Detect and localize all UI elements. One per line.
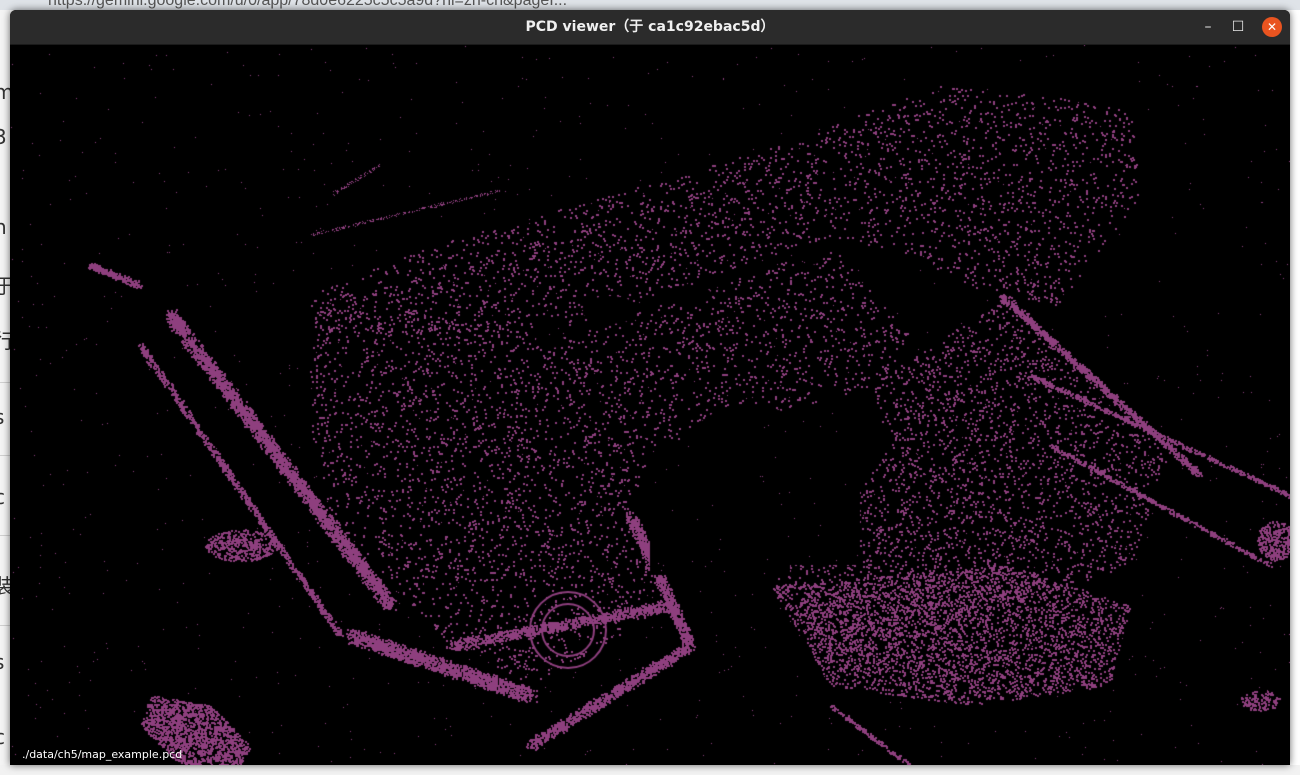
background-text-fragment: 装 — [0, 570, 10, 599]
background-text-fragment: 于 — [0, 270, 10, 299]
background-text-fragment: c — [0, 485, 5, 509]
background-text-fragment: 3 — [0, 125, 7, 149]
point-cloud-viewport[interactable]: ./data/ch5/map_example.pcd — [10, 45, 1290, 765]
window-title: PCD viewer（于 ca1c92ebac5d） — [525, 19, 775, 35]
background-text-fragment: 行 — [0, 325, 10, 354]
background-divider — [0, 382, 10, 383]
file-path-label: ./data/ch5/map_example.pcd — [22, 748, 183, 761]
background-page-strip: m 3 n 于 行 s c 装 s c — [0, 10, 10, 775]
background-page-strip-right — [1290, 10, 1300, 775]
minimize-button[interactable]: – — [1198, 17, 1218, 37]
background-divider — [0, 625, 10, 626]
background-text-fragment: s — [0, 650, 4, 674]
background-divider — [0, 455, 10, 456]
point-cloud-canvas[interactable] — [10, 45, 1290, 765]
pcd-viewer-window[interactable]: PCD viewer（于 ca1c92ebac5d） – ☐ ✕ ./data/… — [10, 10, 1290, 765]
background-page-strip-bottom — [0, 765, 1300, 775]
maximize-button[interactable]: ☐ — [1228, 17, 1248, 37]
minimize-icon: – — [1204, 19, 1212, 35]
window-titlebar[interactable]: PCD viewer（于 ca1c92ebac5d） – ☐ ✕ — [10, 10, 1290, 45]
close-icon: ✕ — [1266, 20, 1278, 34]
background-text-fragment: s — [0, 405, 4, 429]
background-text-fragment: c — [0, 725, 5, 749]
maximize-icon: ☐ — [1231, 19, 1245, 35]
background-url-text: https://gemini.google.com/u/0/app/78d0e6… — [48, 0, 568, 9]
close-button[interactable]: ✕ — [1262, 17, 1282, 37]
background-text-fragment: m — [0, 80, 10, 104]
background-divider — [0, 535, 10, 536]
background-browser-toolbar: https://gemini.google.com/u/0/app/78d0e6… — [0, 0, 1300, 10]
background-text-fragment: n — [0, 215, 7, 239]
